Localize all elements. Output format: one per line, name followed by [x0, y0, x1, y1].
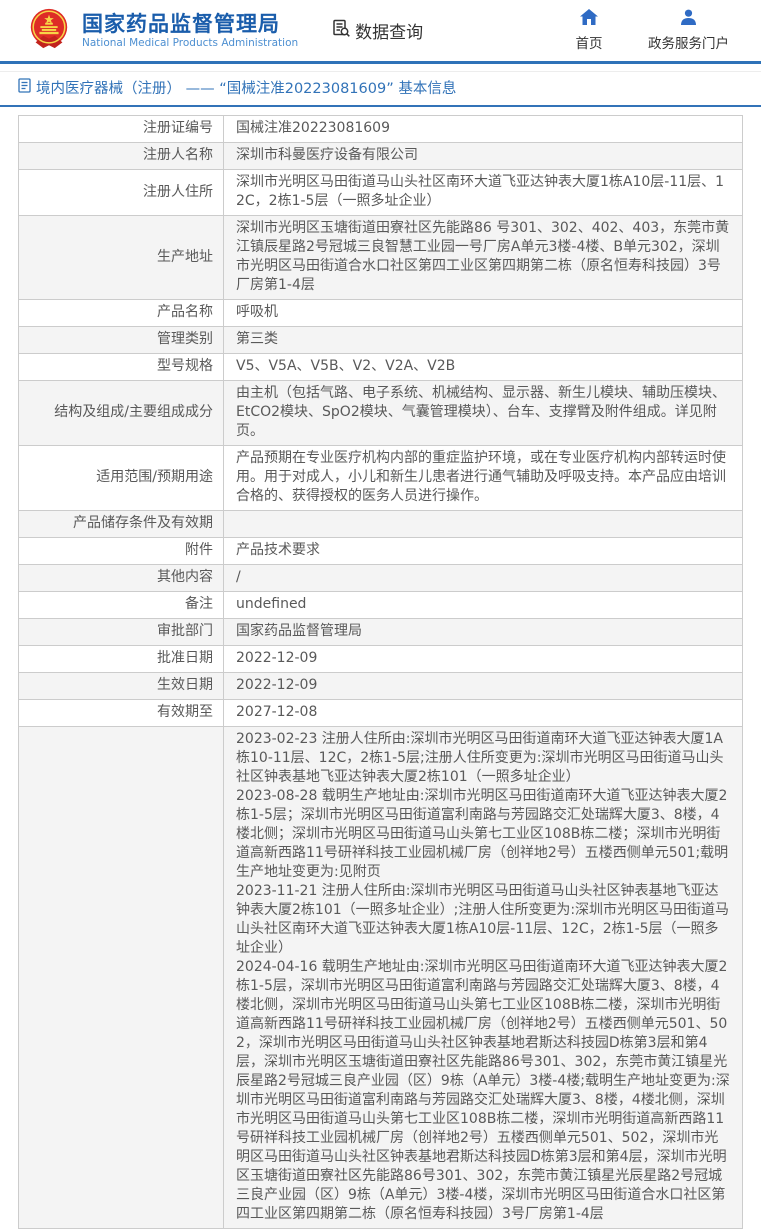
row-label: 附件: [19, 538, 224, 565]
row-value: 深圳市光明区马田街道马山头社区南环大道飞亚达钟表大厦1栋A10层-11层、12C…: [224, 170, 743, 216]
row-value: 第三类: [224, 327, 743, 354]
row-value: 深圳市科曼医疗设备有限公司: [224, 143, 743, 170]
change-history-value: 2023-02-23 注册人住所由:深圳市光明区马田街道南环大道飞亚达钟表大厦1…: [224, 727, 743, 1229]
nav-item-portal[interactable]: 政务服务门户: [648, 9, 729, 52]
table-row: 型号规格 V5、V5A、V5B、V2、V2A、V2B: [19, 354, 743, 381]
table-row: 其他内容 /: [19, 565, 743, 592]
national-emblem-logo: [26, 6, 72, 56]
row-label: 备注: [19, 592, 224, 619]
row-value: 由主机（包括气路、电子系统、机械结构、显示器、新生儿模块、辅助压模块、EtCO2…: [224, 381, 743, 446]
row-label: 注册人名称: [19, 143, 224, 170]
table-row: 结构及组成/主要组成成分 由主机（包括气路、电子系统、机械结构、显示器、新生儿模…: [19, 381, 743, 446]
user-icon: [680, 9, 697, 29]
row-label: 注册人住所: [19, 170, 224, 216]
history-entry: 2023-02-23 注册人住所由:深圳市光明区马田街道南环大道飞亚达钟表大厦1…: [236, 730, 732, 787]
table-row: 注册人名称 深圳市科曼医疗设备有限公司: [19, 143, 743, 170]
table-row: 生效日期 2022-12-09: [19, 673, 743, 700]
row-label: 管理类别: [19, 327, 224, 354]
history-entry: 2024-04-16 载明生产地址由:深圳市光明区马田街道南环大道飞亚达钟表大厦…: [236, 958, 732, 1224]
home-icon: [580, 9, 598, 29]
table-row: 审批部门 国家药品监督管理局: [19, 619, 743, 646]
history-entry: 2023-11-21 注册人住所由:深圳市光明区马田街道马山头社区钟表基地飞亚达…: [236, 882, 732, 958]
data-query-icon: [332, 19, 351, 42]
breadcrumb-text: 境内医疗器械（注册） —— “国械注准20223081609” 基本信息: [36, 77, 456, 98]
data-query-tab[interactable]: 数据查询: [332, 18, 423, 43]
row-value: undefined: [224, 592, 743, 619]
row-value: 产品预期在专业医疗机构内部的重症监护环境，或在专业医疗机构内部转运时使用。用于对…: [224, 446, 743, 511]
row-label: 产品储存条件及有效期: [19, 511, 224, 538]
table-row: 有效期至 2027-12-08: [19, 700, 743, 727]
brand-subtitle: National Medical Products Administration: [82, 37, 298, 49]
row-label: 型号规格: [19, 354, 224, 381]
row-value: 2022-12-09: [224, 646, 743, 673]
row-label: [19, 727, 224, 1229]
table-row-change-history: 2023-02-23 注册人住所由:深圳市光明区马田街道南环大道飞亚达钟表大厦1…: [19, 727, 743, 1229]
table-row: 适用范围/预期用途 产品预期在专业医疗机构内部的重症监护环境，或在专业医疗机构内…: [19, 446, 743, 511]
row-value: V5、V5A、V5B、V2、V2A、V2B: [224, 354, 743, 381]
header-nav: 首页 政务服务门户: [568, 9, 729, 52]
table-row: 备注 undefined: [19, 592, 743, 619]
row-label: 有效期至: [19, 700, 224, 727]
row-value: 深圳市光明区玉塘街道田寮社区先能路86 号301、302、402、403，东莞市…: [224, 216, 743, 300]
row-value: 国家药品监督管理局: [224, 619, 743, 646]
table-row: 产品名称 呼吸机: [19, 300, 743, 327]
row-label: 适用范围/预期用途: [19, 446, 224, 511]
nav-home-label: 首页: [576, 32, 603, 52]
row-label: 产品名称: [19, 300, 224, 327]
nav-portal-label: 政务服务门户: [648, 32, 729, 52]
row-label: 审批部门: [19, 619, 224, 646]
table-row: 附件 产品技术要求: [19, 538, 743, 565]
row-label: 生产地址: [19, 216, 224, 300]
row-label: 生效日期: [19, 673, 224, 700]
row-label: 注册证编号: [19, 116, 224, 143]
row-value: [224, 511, 743, 538]
table-row: 生产地址 深圳市光明区玉塘街道田寮社区先能路86 号301、302、402、40…: [19, 216, 743, 300]
breadcrumb: 境内医疗器械（注册） —— “国械注准20223081609” 基本信息: [0, 71, 761, 107]
nav-item-home[interactable]: 首页: [568, 9, 610, 52]
table-row: 注册人住所 深圳市光明区马田街道马山头社区南环大道飞亚达钟表大厦1栋A10层-1…: [19, 170, 743, 216]
table-row: 管理类别 第三类: [19, 327, 743, 354]
row-value: /: [224, 565, 743, 592]
row-value: 2027-12-08: [224, 700, 743, 727]
row-value: 产品技术要求: [224, 538, 743, 565]
row-value: 国械注准20223081609: [224, 116, 743, 143]
registration-info-table: 注册证编号 国械注准20223081609 注册人名称 深圳市科曼医疗设备有限公…: [18, 115, 743, 1229]
table-row: 批准日期 2022-12-09: [19, 646, 743, 673]
page-header: 国家药品监督管理局 National Medical Products Admi…: [0, 0, 761, 64]
row-value: 呼吸机: [224, 300, 743, 327]
table-row: 产品储存条件及有效期: [19, 511, 743, 538]
row-value: 2022-12-09: [224, 673, 743, 700]
brand-block: 国家药品监督管理局 National Medical Products Admi…: [82, 12, 298, 49]
row-label: 结构及组成/主要组成成分: [19, 381, 224, 446]
document-icon: [18, 78, 31, 97]
brand-title: 国家药品监督管理局: [82, 12, 298, 36]
data-query-label: 数据查询: [355, 18, 423, 43]
history-entry: 2023-08-28 载明生产地址由:深圳市光明区马田街道南环大道飞亚达钟表大厦…: [236, 787, 732, 882]
row-label: 其他内容: [19, 565, 224, 592]
table-row: 注册证编号 国械注准20223081609: [19, 116, 743, 143]
row-label: 批准日期: [19, 646, 224, 673]
